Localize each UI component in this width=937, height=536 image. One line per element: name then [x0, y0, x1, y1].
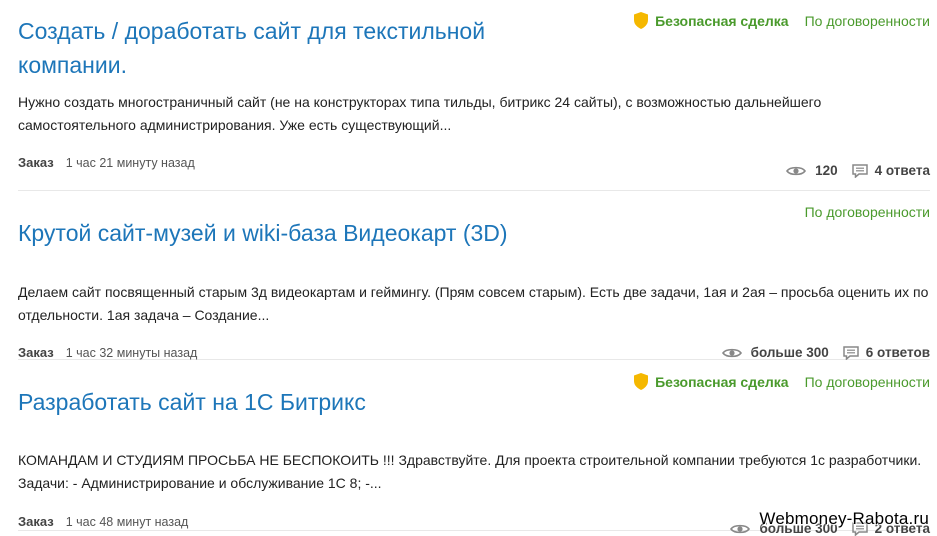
safe-deal-label: Безопасная сделка	[655, 12, 789, 29]
price-label: По договоренности	[804, 373, 930, 390]
order-time: 1 час 32 минуты назад	[65, 345, 198, 360]
order-item: Крутой сайт-музей и wiki-база Видеокарт …	[18, 191, 930, 360]
order-stats: 120 4 ответа	[786, 163, 930, 178]
order-meta: Заказ 1 час 48 минут назад	[18, 514, 188, 529]
order-time: 1 час 21 минуту назад	[65, 155, 195, 170]
comment-icon	[843, 345, 859, 360]
comment-icon	[851, 163, 868, 178]
eye-icon	[721, 348, 742, 357]
safe-deal-badge: Безопасная сделка	[634, 12, 789, 29]
order-type: Заказ	[18, 514, 54, 529]
shield-icon	[634, 373, 649, 390]
order-badges: Безопасная сделка По договоренности	[634, 373, 930, 390]
order-meta: Заказ 1 час 32 минуты назад	[18, 345, 197, 360]
order-description: Делаем сайт посвященный старым 3д видеок…	[18, 284, 929, 323]
order-description: Нужно создать многостраничный сайт (не н…	[18, 94, 822, 133]
order-title[interactable]: Крутой сайт-музей и wiki-база Видеокарт …	[18, 216, 618, 250]
order-item: Разработать сайт на 1С Битрикс Безопасна…	[18, 360, 930, 536]
order-stats: больше 300 6 ответов	[721, 345, 930, 360]
order-title[interactable]: Разработать сайт на 1С Битрикс	[18, 385, 618, 419]
order-badges: По договоренности	[805, 204, 930, 220]
eye-icon	[786, 166, 807, 175]
safe-deal-label: Безопасная сделка	[655, 373, 789, 390]
order-meta: Заказ 1 час 21 минуту назад	[18, 155, 195, 170]
order-description: КОМАНДАМ И СТУДИЯМ ПРОСЬБА НЕ БЕСПОКОИТЬ…	[18, 452, 922, 491]
order-item: Создать / доработать сайт для текстильно…	[18, 0, 930, 191]
answers-link[interactable]: 4 ответа	[851, 163, 930, 178]
price-label: По договоренности	[804, 12, 930, 29]
views-value: 120	[815, 163, 838, 178]
answers-value: 6 ответов	[865, 345, 930, 360]
order-list: Создать / доработать сайт для текстильно…	[18, 0, 930, 536]
answers-value: 4 ответа	[874, 163, 930, 178]
order-time: 1 час 48 минут назад	[65, 514, 189, 529]
order-badges: Безопасная сделка По договоренности	[634, 12, 930, 29]
answers-link[interactable]: 6 ответов	[843, 345, 930, 360]
order-type: Заказ	[18, 155, 54, 170]
order-title[interactable]: Создать / доработать сайт для текстильно…	[18, 14, 578, 82]
views-count: больше 300	[721, 345, 829, 360]
views-value: больше 300	[750, 345, 829, 360]
views-count: 120	[786, 163, 838, 178]
order-type: Заказ	[18, 345, 54, 360]
shield-icon	[634, 12, 649, 29]
watermark: Webmoney-Rabota.ru	[759, 509, 929, 528]
eye-icon	[730, 524, 751, 533]
price-label: По договоренности	[804, 204, 930, 220]
safe-deal-badge: Безопасная сделка	[634, 373, 789, 390]
